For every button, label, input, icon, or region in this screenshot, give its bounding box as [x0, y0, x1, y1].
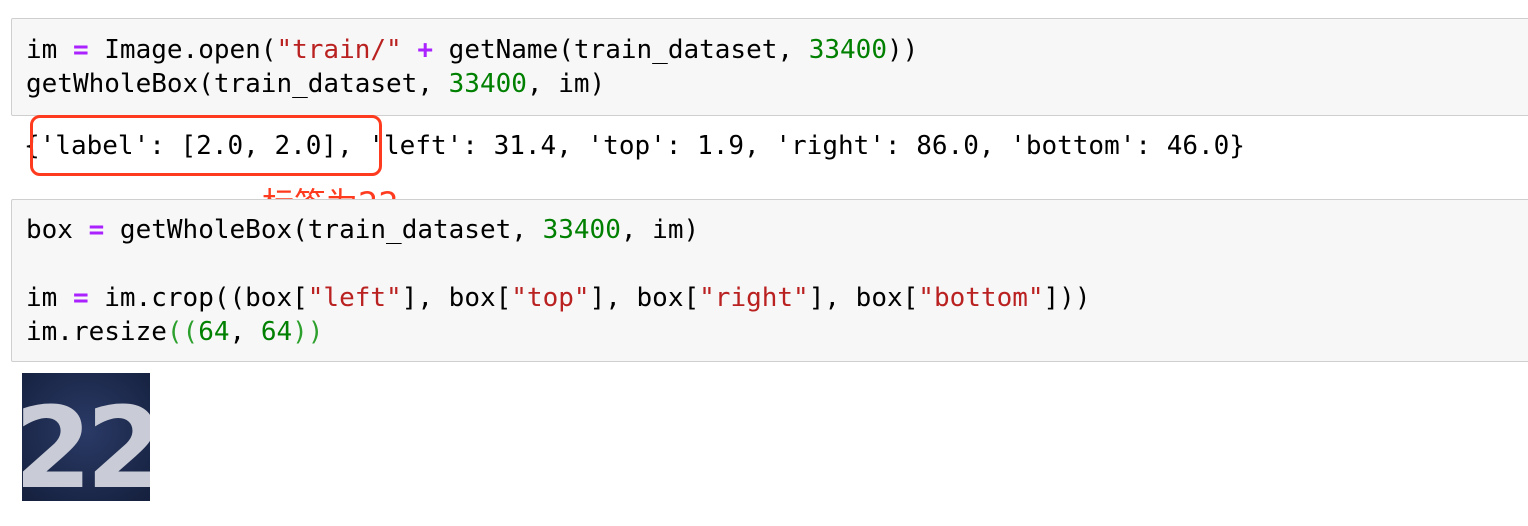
number-token: 33400 — [448, 69, 527, 99]
image-digits: 22 — [22, 384, 150, 501]
paren-token: )) — [292, 317, 324, 347]
code-cell-2[interactable]: box = getWholeBox(train_dataset, 33400, … — [11, 199, 1528, 362]
code-token: Image.open( — [88, 35, 277, 65]
output-image: 22 — [22, 373, 150, 501]
code-token: )) — [886, 35, 919, 65]
annotation-highlight-box — [30, 115, 382, 176]
code-token: im.crop((box[ — [88, 283, 308, 313]
code-token: , im) — [526, 69, 606, 99]
code-token: ], box[ — [808, 283, 919, 313]
number-token: 33400 — [808, 35, 887, 65]
operator-token: = — [72, 283, 89, 313]
code-token: ])) — [1043, 283, 1091, 313]
code-token: im — [26, 283, 73, 313]
code-token: getWholeBox(train_dataset, — [26, 69, 449, 99]
operator-token: + — [417, 35, 434, 65]
code-line: im.resize((64, 64)) — [26, 315, 323, 349]
paren-token: (( — [166, 317, 199, 347]
code-token: getName(train_dataset, — [433, 35, 809, 65]
code-token: im — [26, 35, 73, 65]
string-token: "train/" — [276, 35, 402, 65]
code-token: getWholeBox(train_dataset, — [104, 215, 543, 245]
number-token: 33400 — [542, 215, 621, 245]
string-token: "top" — [511, 283, 590, 313]
digit-image: 22 — [22, 373, 150, 501]
string-token: "left" — [307, 283, 402, 313]
number-token: 64 — [260, 317, 293, 347]
code-token: im.resize — [26, 317, 167, 347]
string-token: "right" — [699, 283, 809, 313]
code-line: im = im.crop((box["left"], box["top"], b… — [26, 281, 1091, 315]
code-line: getWholeBox(train_dataset, 33400, im) — [26, 67, 605, 101]
operator-token: = — [88, 215, 105, 245]
code-token: , — [229, 317, 261, 347]
code-cell-1[interactable]: im = Image.open("train/" + getName(train… — [11, 18, 1528, 116]
code-line: box = getWholeBox(train_dataset, 33400, … — [26, 213, 699, 247]
code-token: , im) — [620, 215, 700, 245]
code-line: im = Image.open("train/" + getName(train… — [26, 33, 918, 67]
code-token: ], box[ — [589, 283, 700, 313]
code-token: box — [26, 215, 89, 245]
operator-token: = — [72, 35, 89, 65]
string-token: "bottom" — [918, 283, 1044, 313]
code-token: ], box[ — [401, 283, 512, 313]
number-token: 64 — [198, 317, 230, 347]
